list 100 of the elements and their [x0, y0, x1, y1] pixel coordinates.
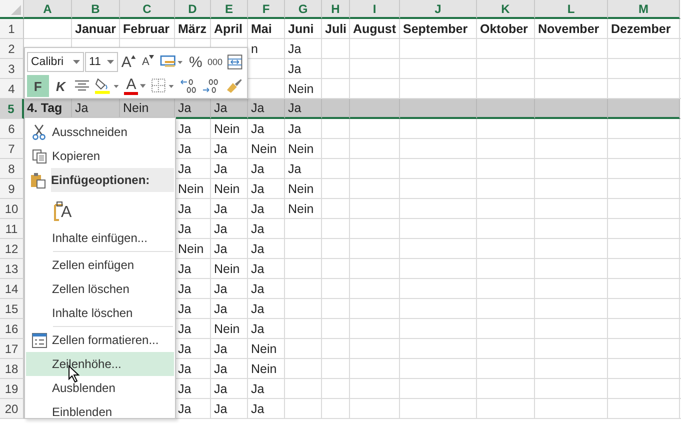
table-cell[interactable]: Ja: [72, 99, 120, 119]
font-size-dropdown[interactable]: 11: [84, 52, 118, 72]
table-cell[interactable]: Ja: [248, 239, 285, 259]
italic-button[interactable]: K: [50, 75, 72, 97]
menu-item[interactable]: Inhalte löschen: [26, 301, 174, 325]
table-cell[interactable]: Ja: [285, 39, 322, 59]
table-cell[interactable]: Ja: [248, 199, 285, 219]
table-cell[interactable]: Nein: [175, 239, 211, 259]
table-cell[interactable]: Mai: [248, 19, 285, 39]
table-cell[interactable]: November: [535, 19, 608, 39]
table-cell[interactable]: Nein: [285, 179, 322, 199]
table-cell[interactable]: Ja: [175, 399, 211, 419]
table-cell[interactable]: Nein: [211, 119, 248, 139]
column-header[interactable]: L: [535, 0, 608, 19]
table-cell[interactable]: Ja: [175, 199, 211, 219]
table-cell[interactable]: Ja: [211, 339, 248, 359]
row-header[interactable]: 1: [0, 19, 24, 39]
bold-button[interactable]: F: [27, 75, 49, 97]
table-cell[interactable]: Nein: [285, 79, 322, 99]
menu-item[interactable]: Zellen löschen: [26, 277, 174, 301]
column-header[interactable]: G: [285, 0, 322, 19]
font-color-button[interactable]: A: [122, 75, 148, 97]
table-cell[interactable]: Ja: [211, 359, 248, 379]
row-header[interactable]: 2: [0, 39, 24, 59]
table-cell[interactable]: Nein: [248, 139, 285, 159]
paste-keep-text-button[interactable]: A: [51, 195, 74, 223]
table-cell[interactable]: Ja: [211, 399, 248, 419]
row-header[interactable]: 12: [0, 239, 24, 259]
table-cell[interactable]: Ja: [248, 279, 285, 299]
table-cell[interactable]: Ja: [285, 119, 322, 139]
row-header[interactable]: 17: [0, 339, 24, 359]
column-header[interactable]: E: [211, 0, 248, 19]
row-header[interactable]: 4: [0, 79, 24, 99]
table-cell[interactable]: Ja: [175, 339, 211, 359]
table-cell[interactable]: Nein: [175, 179, 211, 199]
row-header[interactable]: 5: [0, 99, 24, 119]
table-cell[interactable]: Januar: [72, 19, 120, 39]
table-cell[interactable]: Ja: [211, 139, 248, 159]
table-cell[interactable]: Nein: [211, 179, 248, 199]
column-header[interactable]: K: [477, 0, 535, 19]
table-cell[interactable]: Ja: [175, 379, 211, 399]
grow-font-button[interactable]: A: [119, 51, 138, 73]
column-header[interactable]: C: [120, 0, 175, 19]
table-cell[interactable]: Ja: [248, 179, 285, 199]
table-cell[interactable]: Ja: [248, 99, 285, 119]
menu-item[interactable]: Zellen formatieren...: [26, 328, 174, 352]
table-cell[interactable]: Ja: [175, 99, 211, 119]
percent-button[interactable]: %: [186, 51, 205, 73]
table-cell[interactable]: Ja: [211, 199, 248, 219]
row-header[interactable]: 8: [0, 159, 24, 179]
menu-item[interactable]: Ausschneiden: [26, 120, 174, 144]
row-header[interactable]: 10: [0, 199, 24, 219]
thousands-separator-button[interactable]: 000: [206, 51, 224, 73]
table-cell[interactable]: Ja: [175, 219, 211, 239]
menu-item[interactable]: Zeilenhöhe...: [26, 352, 174, 376]
row-header[interactable]: 7: [0, 139, 24, 159]
table-cell[interactable]: Ja: [248, 379, 285, 399]
column-header[interactable]: A: [24, 0, 72, 19]
table-cell[interactable]: Ja: [248, 219, 285, 239]
row-header[interactable]: 18: [0, 359, 24, 379]
row-header[interactable]: 15: [0, 299, 24, 319]
row-header[interactable]: 9: [0, 179, 24, 199]
table-cell[interactable]: Nein: [120, 99, 175, 119]
table-cell[interactable]: Ja: [175, 259, 211, 279]
table-cell[interactable]: Ja: [248, 259, 285, 279]
table-cell[interactable]: 4. Tag: [24, 99, 72, 119]
table-cell[interactable]: August: [350, 19, 400, 39]
table-cell[interactable]: Ja: [211, 379, 248, 399]
table-cell[interactable]: Ja: [248, 159, 285, 179]
menu-item[interactable]: Ausblenden: [26, 376, 174, 400]
column-header[interactable]: F: [248, 0, 285, 19]
table-cell[interactable]: Nein: [248, 339, 285, 359]
table-cell[interactable]: Ja: [248, 299, 285, 319]
table-cell[interactable]: Juni: [285, 19, 322, 39]
table-cell[interactable]: Ja: [175, 159, 211, 179]
table-cell[interactable]: Nein: [248, 359, 285, 379]
table-cell[interactable]: Dezember: [608, 19, 680, 39]
table-cell[interactable]: n: [248, 39, 285, 59]
table-cell[interactable]: Ja: [211, 279, 248, 299]
row-header[interactable]: 19: [0, 379, 24, 399]
font-name-dropdown[interactable]: Calibri: [27, 52, 84, 72]
table-cell[interactable]: Februar: [120, 19, 175, 39]
row-header[interactable]: 14: [0, 279, 24, 299]
row-header[interactable]: 16: [0, 319, 24, 339]
column-header[interactable]: I: [350, 0, 400, 19]
menu-item[interactable]: Inhalte einfügen...: [26, 226, 174, 250]
table-cell[interactable]: Oktober: [477, 19, 535, 39]
table-cell[interactable]: März: [175, 19, 211, 39]
table-cell[interactable]: Nein: [211, 319, 248, 339]
column-header[interactable]: D: [175, 0, 211, 19]
row-header[interactable]: 6: [0, 119, 24, 139]
row-header[interactable]: 3: [0, 59, 24, 79]
table-cell[interactable]: Ja: [211, 299, 248, 319]
table-cell[interactable]: Ja: [175, 119, 211, 139]
table-cell[interactable]: Juli: [322, 19, 350, 39]
table-cell[interactable]: Nein: [285, 199, 322, 219]
table-cell[interactable]: Ja: [175, 319, 211, 339]
column-header[interactable]: B: [72, 0, 120, 19]
table-cell[interactable]: Ja: [285, 99, 322, 119]
table-cell[interactable]: Ja: [175, 299, 211, 319]
